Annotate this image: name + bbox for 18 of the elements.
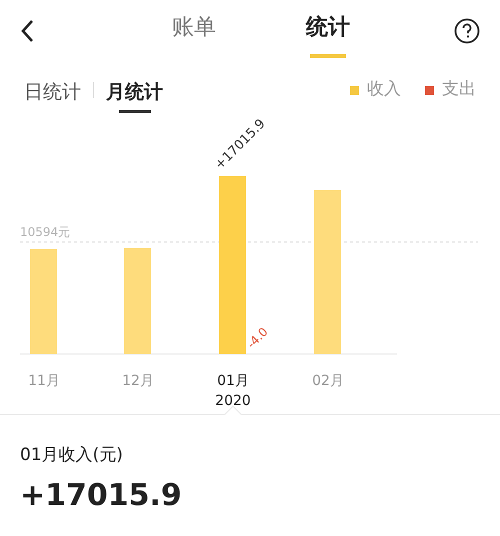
income-bar[interactable] xyxy=(314,190,341,354)
income-bar[interactable] xyxy=(30,249,57,354)
year-label: 2020 xyxy=(215,393,251,409)
legend-label: 支出 xyxy=(442,78,476,102)
month-label[interactable]: 01月 xyxy=(217,373,249,389)
help-icon[interactable] xyxy=(454,18,480,44)
summary-amount: +17015.9 xyxy=(20,476,183,514)
summary-title: 01月收入(元) xyxy=(20,444,124,467)
average-label: 10594元 xyxy=(20,225,70,239)
mode-tab[interactable]: 月统计 xyxy=(106,68,163,112)
income-bar[interactable] xyxy=(124,248,151,354)
header-tab[interactable]: 账单 xyxy=(172,2,216,60)
legend-label: 收入 xyxy=(367,78,401,102)
back-icon[interactable] xyxy=(20,19,34,43)
mode-tab[interactable]: 日统计 xyxy=(24,68,81,112)
income-bar[interactable] xyxy=(219,176,246,354)
header-tab[interactable]: 统计 xyxy=(306,2,350,60)
value-label: -4.0 xyxy=(244,324,271,352)
